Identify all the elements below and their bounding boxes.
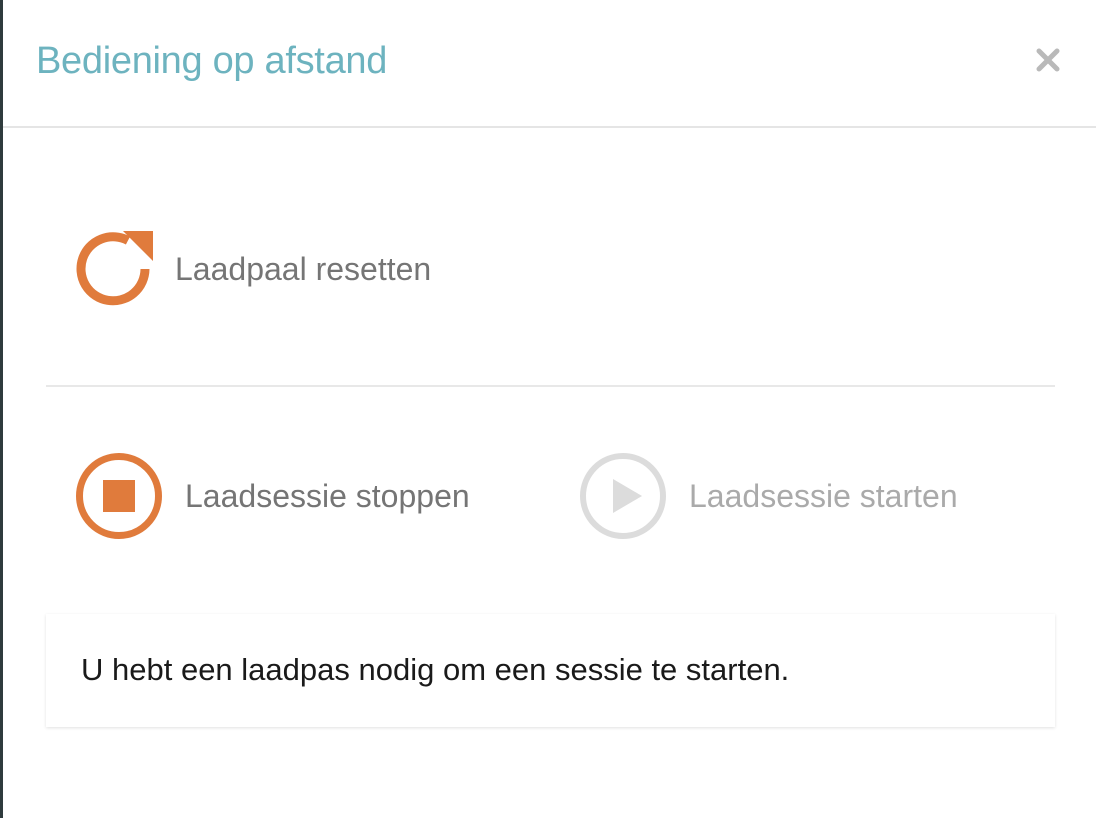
remote-control-modal: Bediening op afstand Laadpaal resetten L…: [3, 0, 1096, 818]
refresh-icon: [76, 231, 153, 306]
stop-session-button[interactable]: Laadsessie stoppen: [75, 452, 470, 540]
reset-charger-button[interactable]: Laadpaal resetten: [73, 228, 431, 310]
close-icon: [1036, 48, 1060, 72]
section-divider: [46, 385, 1055, 387]
modal-header: Bediening op afstand: [3, 0, 1096, 128]
start-session-button[interactable]: Laadsessie starten: [579, 452, 958, 540]
info-notice: U hebt een laadpas nodig om een sessie t…: [46, 614, 1055, 727]
start-session-label: Laadsessie starten: [689, 478, 958, 514]
play-icon: [580, 453, 666, 539]
notice-text: U hebt een laadpas nodig om een sessie t…: [81, 652, 790, 687]
stop-session-label: Laadsessie stoppen: [185, 478, 470, 514]
stop-icon: [76, 453, 162, 539]
modal-title: Bediening op afstand: [36, 40, 388, 82]
close-button[interactable]: [1031, 43, 1065, 77]
reset-charger-label: Laadpaal resetten: [175, 251, 432, 287]
